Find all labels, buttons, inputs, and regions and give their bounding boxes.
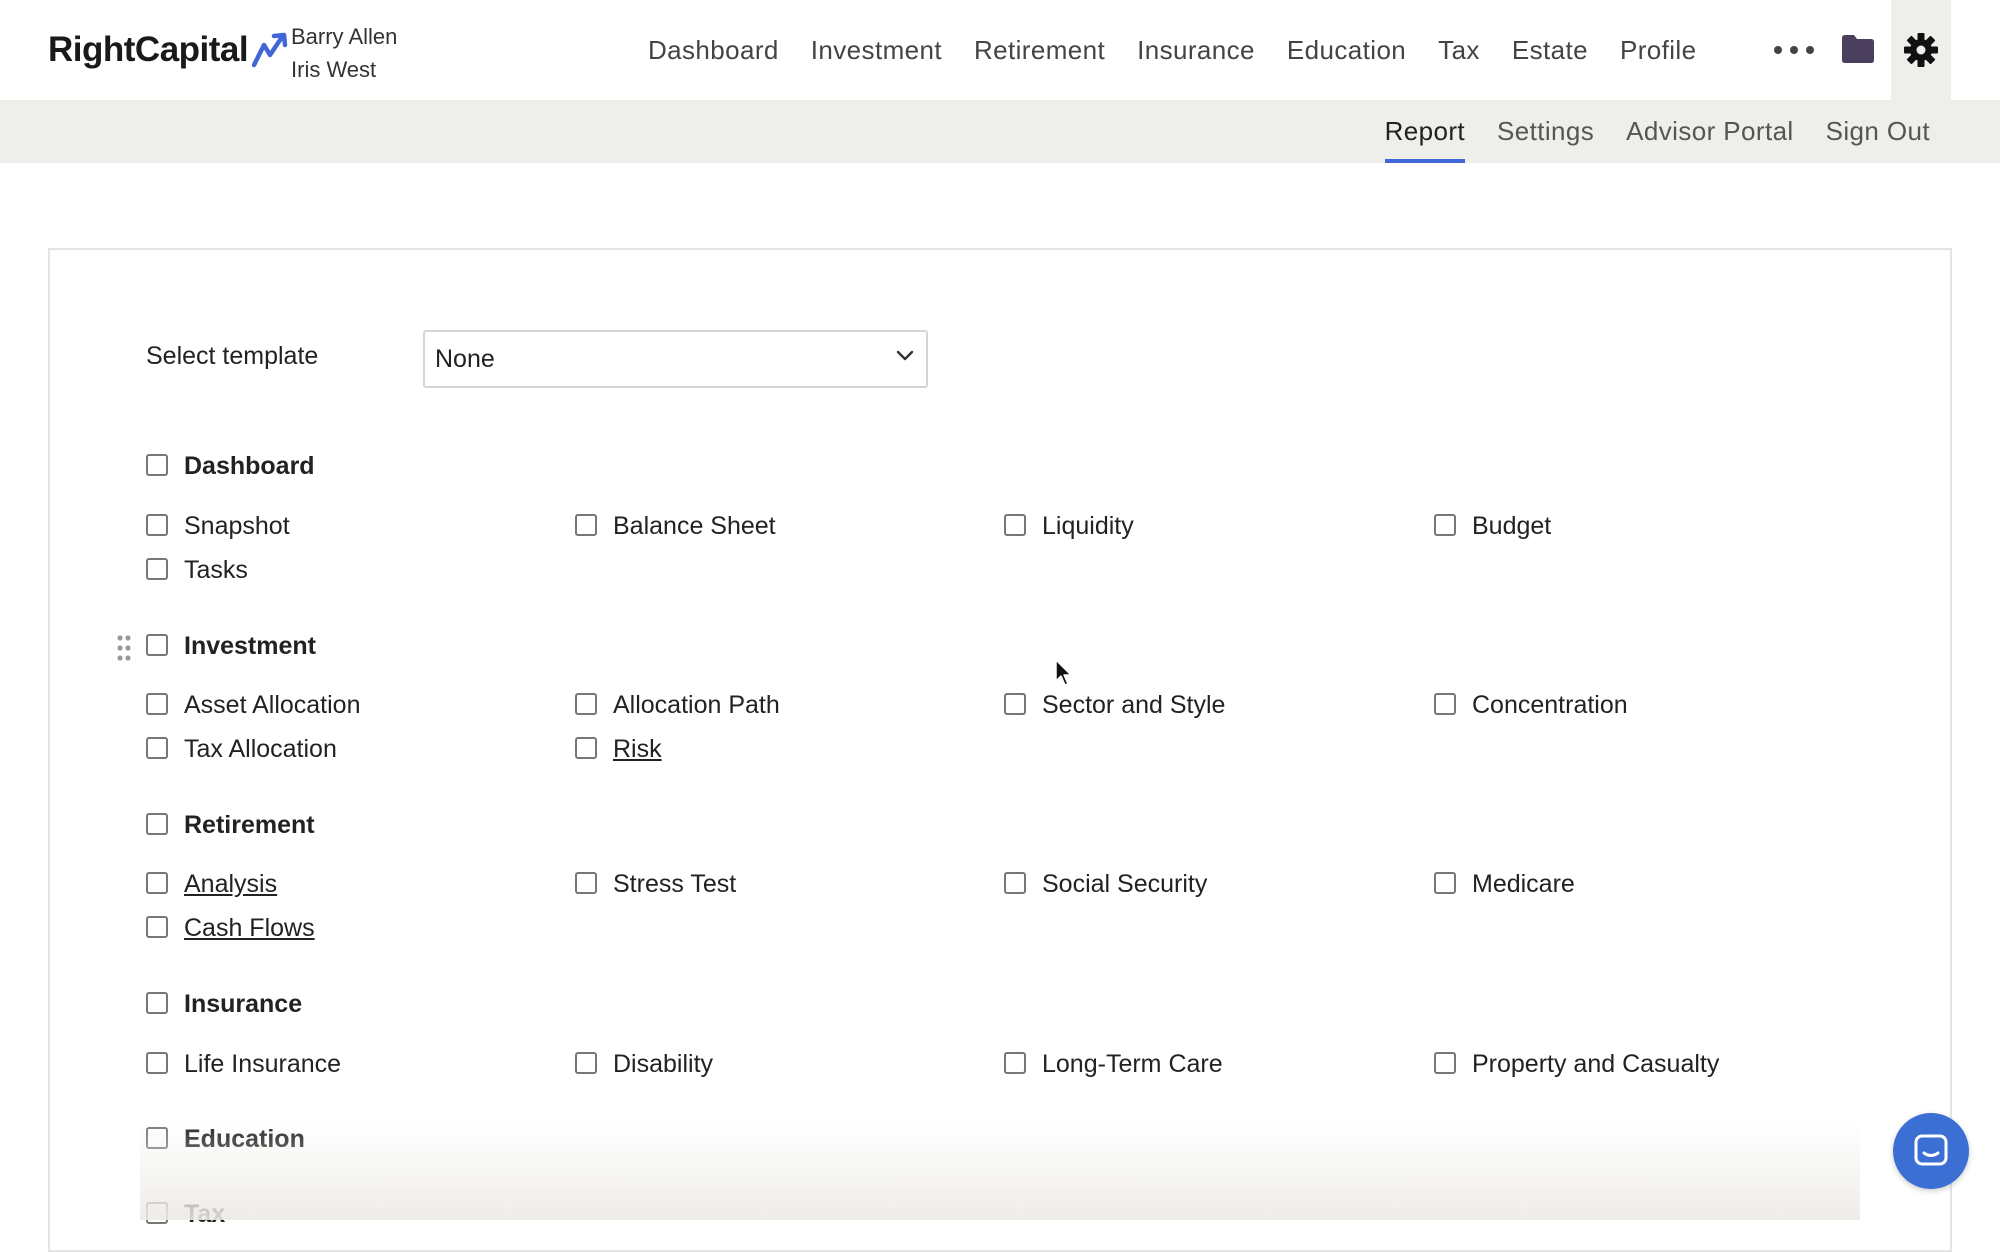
nav-investment[interactable]: Investment — [811, 35, 942, 66]
nav-education[interactable]: Education — [1287, 35, 1406, 66]
subnav-advisor-portal[interactable]: Advisor Portal — [1626, 100, 1793, 163]
drag-handle-icon[interactable] — [116, 634, 132, 662]
checkbox-liquidity[interactable] — [1004, 514, 1026, 536]
brand-logo[interactable]: RightCapital — [48, 30, 294, 70]
checkbox-property-and-casualty[interactable] — [1434, 1052, 1456, 1074]
label-snapshot: Snapshot — [184, 512, 290, 540]
logo-arrow-icon — [252, 32, 288, 68]
nav-dashboard[interactable]: Dashboard — [648, 35, 779, 66]
nav-profile[interactable]: Profile — [1620, 35, 1697, 66]
checkbox-risk[interactable] — [575, 737, 597, 759]
label-sector-and-style: Sector and Style — [1042, 691, 1226, 719]
link-risk[interactable]: Risk — [613, 735, 662, 764]
label-stress-test: Stress Test — [613, 870, 737, 898]
nav-insurance[interactable]: Insurance — [1137, 35, 1255, 66]
sub-nav: Report Settings Advisor Portal Sign Out — [1353, 100, 1930, 163]
section-title-retirement: Retirement — [184, 811, 315, 839]
chat-launcher-button[interactable] — [1893, 1113, 1969, 1189]
chevron-down-icon — [896, 350, 914, 361]
checkbox-social-security[interactable] — [1004, 872, 1026, 894]
section-checkbox-investment[interactable] — [146, 634, 168, 656]
checkbox-stress-test[interactable] — [575, 872, 597, 894]
label-budget: Budget — [1472, 512, 1552, 540]
chat-icon — [1914, 1134, 1948, 1166]
label-asset-allocation: Asset Allocation — [184, 691, 361, 719]
template-selected-value: None — [435, 344, 495, 373]
section-checkbox-education[interactable] — [146, 1127, 168, 1149]
label-long-term-care: Long-Term Care — [1042, 1050, 1223, 1078]
label-tasks: Tasks — [184, 556, 248, 584]
checkbox-asset-allocation[interactable] — [146, 693, 168, 715]
folder-icon[interactable] — [1840, 33, 1876, 65]
checkbox-budget[interactable] — [1434, 514, 1456, 536]
nav-retirement[interactable]: Retirement — [974, 35, 1105, 66]
client-name-spouse: Iris West — [291, 57, 377, 82]
main-nav: Dashboard Investment Retirement Insuranc… — [648, 0, 1728, 100]
checkbox-life-insurance[interactable] — [146, 1052, 168, 1074]
checkbox-long-term-care[interactable] — [1004, 1052, 1026, 1074]
subnav-settings[interactable]: Settings — [1497, 100, 1594, 163]
label-life-insurance: Life Insurance — [184, 1050, 342, 1078]
link-analysis[interactable]: Analysis — [184, 870, 277, 899]
link-cash-flows[interactable]: Cash Flows — [184, 914, 315, 943]
label-medicare: Medicare — [1472, 870, 1575, 898]
section-checkbox-retirement[interactable] — [146, 813, 168, 835]
checkbox-allocation-path[interactable] — [575, 693, 597, 715]
subnav-sign-out[interactable]: Sign Out — [1826, 100, 1930, 163]
template-select[interactable]: None — [423, 330, 928, 388]
section-title-education: Education — [184, 1125, 305, 1153]
checkbox-snapshot[interactable] — [146, 514, 168, 536]
checkbox-concentration[interactable] — [1434, 693, 1456, 715]
section-checkbox-dashboard[interactable] — [146, 454, 168, 476]
label-allocation-path: Allocation Path — [613, 691, 780, 719]
label-social-security: Social Security — [1042, 870, 1208, 898]
brand-name: RightCapital — [48, 30, 249, 69]
label-property-and-casualty: Property and Casualty — [1472, 1050, 1720, 1078]
section-checkbox-insurance[interactable] — [146, 992, 168, 1014]
label-liquidity: Liquidity — [1042, 512, 1134, 540]
nav-estate[interactable]: Estate — [1512, 35, 1588, 66]
checkbox-cash-flows[interactable] — [146, 916, 168, 938]
section-title-insurance: Insurance — [184, 990, 303, 1018]
label-tax-allocation: Tax Allocation — [184, 735, 337, 763]
nav-tax[interactable]: Tax — [1438, 35, 1480, 66]
gear-icon — [1904, 33, 1938, 67]
client-names: Barry Allen Iris West — [291, 20, 397, 86]
checkbox-medicare[interactable] — [1434, 872, 1456, 894]
checkbox-tasks[interactable] — [146, 558, 168, 580]
checkbox-tax-allocation[interactable] — [146, 737, 168, 759]
section-title-investment: Investment — [184, 632, 316, 660]
checkbox-balance-sheet[interactable] — [575, 514, 597, 536]
sub-bar: Report Settings Advisor Portal Sign Out — [0, 100, 2000, 163]
checkbox-disability[interactable] — [575, 1052, 597, 1074]
top-bar: RightCapital Barry Allen Iris West Dashb… — [0, 0, 2000, 100]
label-balance-sheet: Balance Sheet — [613, 512, 776, 540]
checkbox-sector-and-style[interactable] — [1004, 693, 1026, 715]
section-title-tax: Tax — [184, 1200, 226, 1228]
label-disability: Disability — [613, 1050, 714, 1078]
label-concentration: Concentration — [1472, 691, 1628, 719]
mouse-cursor-icon — [1055, 659, 1072, 686]
subnav-report[interactable]: Report — [1384, 100, 1466, 163]
checkbox-analysis[interactable] — [146, 872, 168, 894]
section-title-dashboard: Dashboard — [184, 452, 315, 480]
settings-gear-button[interactable] — [1891, 0, 1951, 100]
report-panel: Select template None Dashboard Snapshot … — [48, 248, 1952, 1252]
more-icon[interactable] — [1774, 35, 1814, 65]
template-label: Select template — [146, 342, 319, 370]
section-checkbox-tax[interactable] — [146, 1202, 168, 1224]
client-name-primary: Barry Allen — [291, 24, 398, 49]
